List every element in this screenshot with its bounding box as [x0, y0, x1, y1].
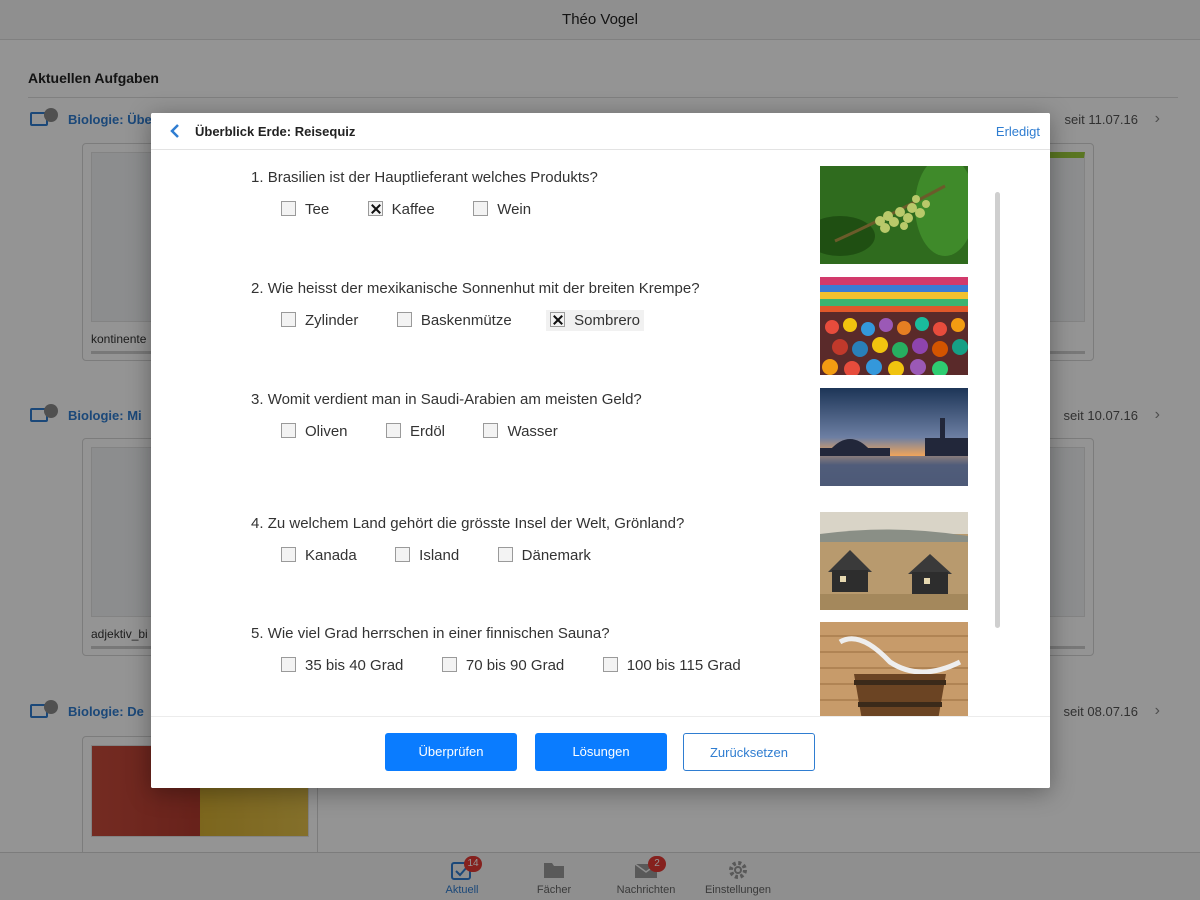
checkbox-checked[interactable]	[550, 312, 566, 327]
checkbox[interactable]	[396, 312, 412, 327]
answer-options: Oliven Erdöl Wasser	[277, 421, 811, 442]
greenland-houses-image	[820, 512, 968, 610]
answer-option-erdoel[interactable]: Erdöl	[382, 421, 449, 442]
answer-options: Tee Kaffee Wein	[277, 199, 811, 220]
question-5: 5. Wie viel Grad herrschen in einer finn…	[251, 625, 811, 676]
checkbox[interactable]	[281, 657, 296, 672]
answer-options: 35 bis 40 Grad 70 bis 90 Grad 100 bis 11…	[277, 655, 811, 676]
checkbox[interactable]	[281, 201, 296, 216]
done-button[interactable]: Erledigt	[996, 124, 1040, 139]
answer-option-70-90[interactable]: 70 bis 90 Grad	[438, 655, 568, 676]
question-text: 2. Wie heisst der mexikanische Sonnenhut…	[251, 280, 700, 297]
answer-option-island[interactable]: Island	[391, 545, 463, 566]
question-3: 3. Womit verdient man in Saudi-Arabien a…	[251, 391, 811, 442]
checkbox[interactable]	[441, 657, 457, 672]
question-text: 4. Zu welchem Land gehört die grösste In…	[251, 515, 685, 532]
answer-option-zylinder[interactable]: Zylinder	[277, 310, 362, 331]
question-text: 5. Wie viel Grad herrschen in einer finn…	[251, 625, 610, 642]
modal-footer: Überprüfen Lösungen Zurücksetzen	[151, 716, 1050, 788]
checkbox[interactable]	[281, 547, 296, 562]
answer-option-baskenmuetze[interactable]: Baskenmütze	[393, 310, 516, 331]
checkbox[interactable]	[281, 423, 296, 438]
answer-options: Kanada Island Dänemark	[277, 545, 811, 566]
question-text: 1. Brasilien ist der Hauptlieferant welc…	[251, 169, 598, 186]
checkbox[interactable]	[385, 423, 401, 438]
answer-option-oliven[interactable]: Oliven	[277, 421, 352, 442]
question-text: 3. Womit verdient man in Saudi-Arabien a…	[251, 391, 642, 408]
answer-option-wasser[interactable]: Wasser	[479, 421, 561, 442]
coffee-plant-image	[820, 166, 968, 264]
quiz-body: 1. Brasilien ist der Hauptlieferant welc…	[151, 150, 1050, 716]
checkbox[interactable]	[483, 423, 499, 438]
answer-option-100-115[interactable]: 100 bis 115 Grad	[599, 655, 745, 676]
mexican-market-image	[820, 277, 968, 375]
back-chevron-icon[interactable]	[167, 122, 183, 140]
question-1: 1. Brasilien ist der Hauptlieferant welc…	[251, 169, 811, 220]
checkbox-checked[interactable]	[367, 201, 383, 216]
reset-button[interactable]: Zurücksetzen	[683, 733, 815, 771]
answer-option-35-40[interactable]: 35 bis 40 Grad	[277, 655, 407, 676]
answer-options: Zylinder Baskenmütze Sombrero	[277, 310, 811, 331]
answer-option-kanada[interactable]: Kanada	[277, 545, 361, 566]
solutions-button[interactable]: Lösungen	[535, 733, 667, 771]
checkbox[interactable]	[281, 312, 296, 327]
sauna-bucket-image	[820, 622, 968, 716]
answer-option-daenemark[interactable]: Dänemark	[494, 545, 595, 566]
modal-title: Überblick Erde: Reisequiz	[195, 124, 356, 139]
mosque-sunset-image	[820, 388, 968, 486]
answer-option-tee[interactable]: Tee	[277, 199, 333, 220]
answer-option-kaffee[interactable]: Kaffee	[364, 199, 439, 220]
scrollbar[interactable]	[995, 192, 1000, 628]
quiz-modal: Überblick Erde: Reisequiz Erledigt 1. Br…	[151, 113, 1050, 788]
checkbox[interactable]	[497, 547, 513, 562]
checkbox[interactable]	[473, 201, 489, 216]
checkbox[interactable]	[602, 657, 618, 672]
modal-header: Überblick Erde: Reisequiz Erledigt	[151, 113, 1050, 150]
answer-option-sombrero[interactable]: Sombrero	[546, 310, 645, 331]
answer-option-wein[interactable]: Wein	[469, 199, 535, 220]
question-2: 2. Wie heisst der mexikanische Sonnenhut…	[251, 280, 811, 331]
checkbox[interactable]	[395, 547, 411, 562]
check-button[interactable]: Überprüfen	[385, 733, 517, 771]
question-4: 4. Zu welchem Land gehört die grösste In…	[251, 515, 811, 566]
